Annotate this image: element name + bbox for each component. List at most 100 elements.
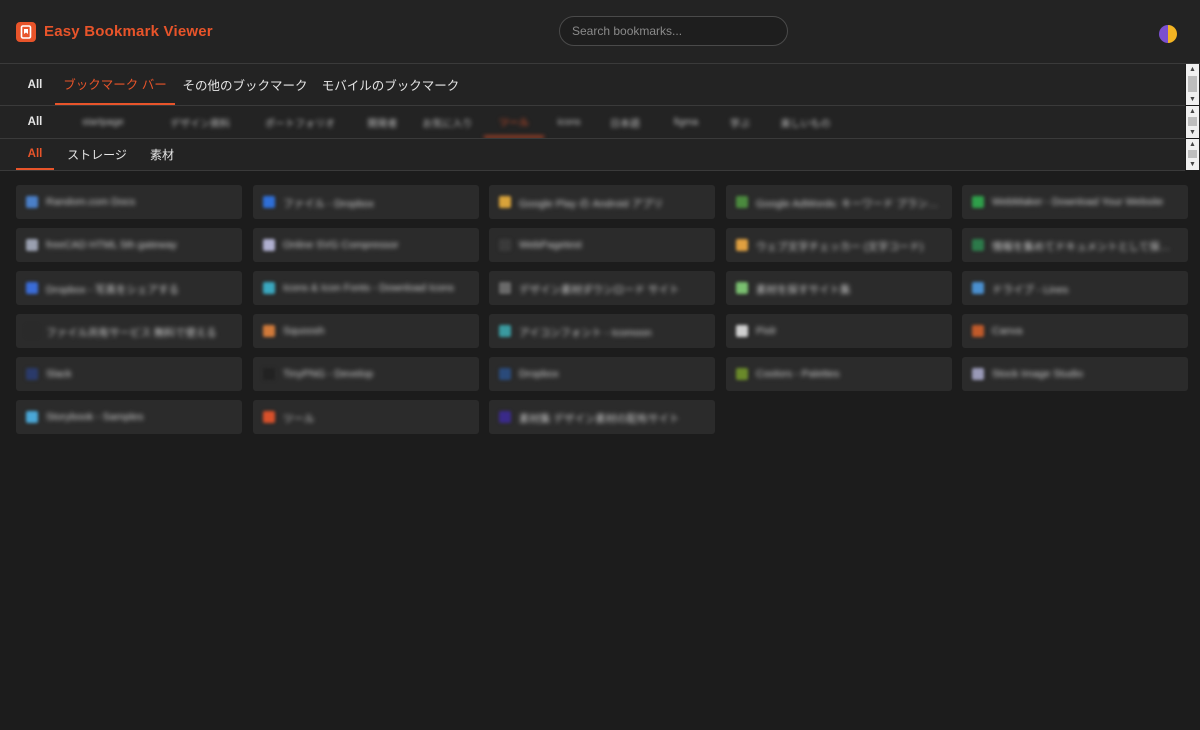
bookmark-title: Online SVG Compressor: [283, 239, 399, 251]
favicon-icon: [736, 325, 748, 337]
bookmark-card[interactable]: 素材を探すサイト集: [726, 271, 952, 305]
bookmark-card[interactable]: ファイル - Dropbox: [253, 185, 479, 219]
tab-subfolder[interactable]: figma: [660, 106, 712, 138]
tab-subfolder[interactable]: startpage: [58, 106, 148, 138]
tab-subfolder[interactable]: 学ぶ: [718, 106, 762, 138]
tab-subfolder-all[interactable]: All: [20, 106, 50, 138]
bookmark-card[interactable]: Online SVG Compressor: [253, 228, 479, 262]
favicon-icon: [972, 368, 984, 380]
bookmark-title: Google AdWords: キーワード プランナー: [756, 198, 944, 210]
bookmark-card[interactable]: Google Play の Android アプリ: [489, 185, 715, 219]
tab-category-material[interactable]: 素材: [140, 139, 184, 170]
bookmark-card[interactable]: アイコンフォント - Icomoon: [489, 314, 715, 348]
bookmark-card[interactable]: freeCAD HTML 5th gateway: [16, 228, 242, 262]
bookmark-title: 素材を探すサイト集: [756, 284, 851, 296]
bookmark-title: WebMaker - Download Your Website: [992, 196, 1164, 208]
favicon-icon: [499, 282, 511, 294]
bookmark-card[interactable]: Dropbox - 写真をシェアする: [16, 271, 242, 305]
tab-folder-other[interactable]: その他のブックマーク: [180, 64, 310, 105]
favicon-icon: [499, 325, 511, 337]
tab-folder-mobile[interactable]: モバイルのブックマーク: [318, 64, 463, 105]
favicon-icon: [972, 325, 984, 337]
bookmark-title: アイコンフォント - Icomoon: [519, 327, 652, 339]
bookmark-card[interactable]: 素材集 デザイン素材の配布サイト: [489, 400, 715, 434]
bookmark-title: 素材集 デザイン素材の配布サイト: [519, 413, 680, 425]
tab-category-storage[interactable]: ストレージ: [62, 139, 132, 170]
favicon-icon: [263, 325, 275, 337]
favicon-icon: [26, 411, 38, 423]
bookmark-title: Random.com Docs: [46, 196, 136, 208]
bookmark-card[interactable]: ウェブ文字チェッカー (文字コード): [726, 228, 952, 262]
bookmark-card[interactable]: ファイル共有サービス 無料で使える: [16, 314, 242, 348]
favicon-icon: [736, 282, 748, 294]
favicon-icon: [972, 282, 984, 294]
theme-toggle-icon[interactable]: [1159, 25, 1177, 43]
tab-folder-bookmark-bar[interactable]: ブックマーク バー: [55, 64, 175, 105]
favicon-icon: [26, 282, 38, 294]
bookmark-title: ツール: [283, 413, 315, 425]
subfolder-tab-bar: All startpage デザイン資料 ポートフォリオ 開発者 お気に入り ツ…: [0, 106, 1185, 139]
bookmark-card[interactable]: WebMaker - Download Your Website: [962, 185, 1188, 219]
favicon-icon: [263, 196, 275, 208]
bookmark-title: 情報を集めてドキュメントとして保存する: [992, 241, 1180, 253]
bookmark-card[interactable]: Dropbox: [489, 357, 715, 391]
bookmark-title: デザイン素材ダウンロード サイト: [519, 284, 680, 296]
tab-subfolder[interactable]: icons: [548, 106, 590, 138]
bookmark-card[interactable]: TinyPNG - Develop: [253, 357, 479, 391]
favicon-icon: [263, 368, 275, 380]
bookmark-title: TinyPNG - Develop: [283, 368, 374, 380]
favicon-icon: [972, 239, 984, 251]
tab-subfolder[interactable]: 開発者: [355, 106, 410, 138]
tab-subfolder-active[interactable]: ツール: [484, 106, 544, 138]
category-tab-scrollbar[interactable]: ▲ ▼: [1186, 139, 1199, 170]
favicon-icon: [499, 411, 511, 423]
bookmark-title: Squoosh: [283, 325, 325, 337]
bookmark-card[interactable]: WebPagetest: [489, 228, 715, 262]
bookmark-title: Coolors - Palettes: [756, 368, 840, 380]
bookmark-card[interactable]: Squoosh: [253, 314, 479, 348]
favicon-icon: [972, 196, 984, 208]
bookmark-title: Stock Image Studio: [992, 368, 1084, 380]
favicon-icon: [263, 282, 275, 294]
tab-subfolder[interactable]: 楽しいもの: [768, 106, 843, 138]
favicon-icon: [736, 368, 748, 380]
tab-subfolder[interactable]: お気に入り: [415, 106, 480, 138]
bookmark-title: ウェブ文字チェッカー (文字コード): [756, 241, 924, 253]
bookmark-card[interactable]: ツール: [253, 400, 479, 434]
app-header: Easy Bookmark Viewer: [0, 0, 1200, 64]
subfolder-tab-scrollbar[interactable]: ▲ ▼: [1186, 106, 1199, 138]
bookmark-title: Icons & Icon Fonts - Download Icons: [283, 282, 454, 294]
bookmark-title: Slack: [46, 368, 72, 380]
bookmark-card[interactable]: Slack: [16, 357, 242, 391]
tab-folder-all[interactable]: All: [20, 64, 50, 105]
tab-subfolder[interactable]: 日本語: [596, 106, 654, 138]
bookmark-card[interactable]: Random.com Docs: [16, 185, 242, 219]
folder-tab-scrollbar[interactable]: ▲ ▼: [1186, 64, 1199, 105]
bookmark-card[interactable]: Coolors - Palettes: [726, 357, 952, 391]
bookmark-card[interactable]: デザイン素材ダウンロード サイト: [489, 271, 715, 305]
favicon-icon: [736, 196, 748, 208]
tab-category-all[interactable]: All: [16, 139, 54, 170]
bookmark-card[interactable]: Pixlr: [726, 314, 952, 348]
bookmark-card[interactable]: 情報を集めてドキュメントとして保存する: [962, 228, 1188, 262]
favicon-icon: [26, 239, 38, 251]
bookmark-title: ファイル - Dropbox: [283, 198, 375, 210]
bookmark-card[interactable]: ドライブ - Lines: [962, 271, 1188, 305]
tab-subfolder[interactable]: デザイン資料: [155, 106, 245, 138]
search-input[interactable]: [559, 16, 788, 46]
bookmark-card[interactable]: Google AdWords: キーワード プランナー: [726, 185, 952, 219]
bookmark-title: WebPagetest: [519, 239, 582, 251]
bookmark-card[interactable]: Storybook - Samples: [16, 400, 242, 434]
bookmark-card[interactable]: Stock Image Studio: [962, 357, 1188, 391]
bookmark-title: ファイル共有サービス 無料で使える: [46, 327, 217, 339]
bookmark-title: ドライブ - Lines: [992, 284, 1069, 296]
bookmark-card[interactable]: Canva: [962, 314, 1188, 348]
bookmark-title: Dropbox: [519, 368, 559, 380]
bookmark-card[interactable]: Icons & Icon Fonts - Download Icons: [253, 271, 479, 305]
favicon-icon: [499, 239, 511, 251]
tab-subfolder[interactable]: ポートフォリオ: [250, 106, 350, 138]
bookmark-title: Google Play の Android アプリ: [519, 198, 664, 210]
favicon-icon: [26, 325, 38, 337]
favicon-icon: [263, 411, 275, 423]
bookmark-logo-icon: [16, 22, 36, 42]
